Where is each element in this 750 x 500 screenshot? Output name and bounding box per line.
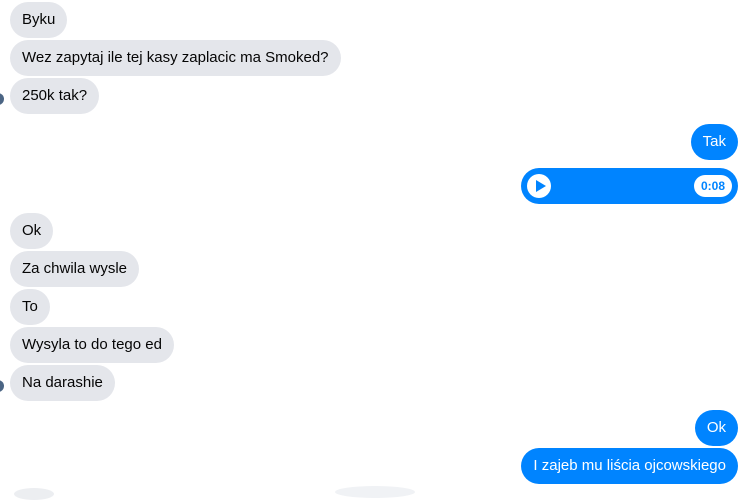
outgoing-message[interactable]: Tak (690, 124, 738, 160)
message-text: Ok (22, 222, 42, 239)
play-icon (536, 180, 546, 192)
incoming-message[interactable]: 250k tak? (10, 78, 100, 114)
outgoing-message[interactable]: I zajeb mu liścia ojcowskiego (521, 448, 738, 484)
voice-message[interactable]: 0:08 (521, 168, 738, 204)
message-text: Na darashie (22, 374, 103, 391)
incoming-message[interactable]: Wysyla to do tego ed (10, 327, 174, 363)
incoming-message[interactable]: Byku (10, 2, 68, 38)
incoming-message[interactable]: Za chwila wysle (10, 251, 140, 287)
message-text: Wysyla to do tego ed (22, 336, 162, 353)
incoming-message[interactable]: Wez zapytaj ile tej kasy zaplacic ma Smo… (10, 40, 341, 76)
message-text: Wez zapytaj ile tej kasy zaplacic ma Smo… (22, 49, 329, 66)
message-text: 250k tak? (22, 87, 88, 104)
avatar[interactable] (0, 93, 4, 105)
message-text: Byku (22, 11, 56, 28)
message-text: I zajeb mu liścia ojcowskiego (533, 457, 726, 474)
message-text: Tak (702, 133, 726, 150)
incoming-message[interactable]: To (10, 289, 50, 325)
incoming-message[interactable]: Ok (10, 213, 54, 249)
message-text: Ok (706, 419, 726, 436)
avatar[interactable] (0, 380, 4, 392)
partial-message-edge (14, 488, 54, 500)
message-text: To (22, 298, 38, 315)
partial-element-edge (335, 486, 415, 498)
voice-duration: 0:08 (693, 175, 732, 197)
outgoing-message[interactable]: Ok (694, 410, 738, 446)
message-text: Za chwila wysle (22, 260, 128, 277)
incoming-message[interactable]: Na darashie (10, 365, 115, 401)
play-button[interactable] (527, 174, 551, 198)
